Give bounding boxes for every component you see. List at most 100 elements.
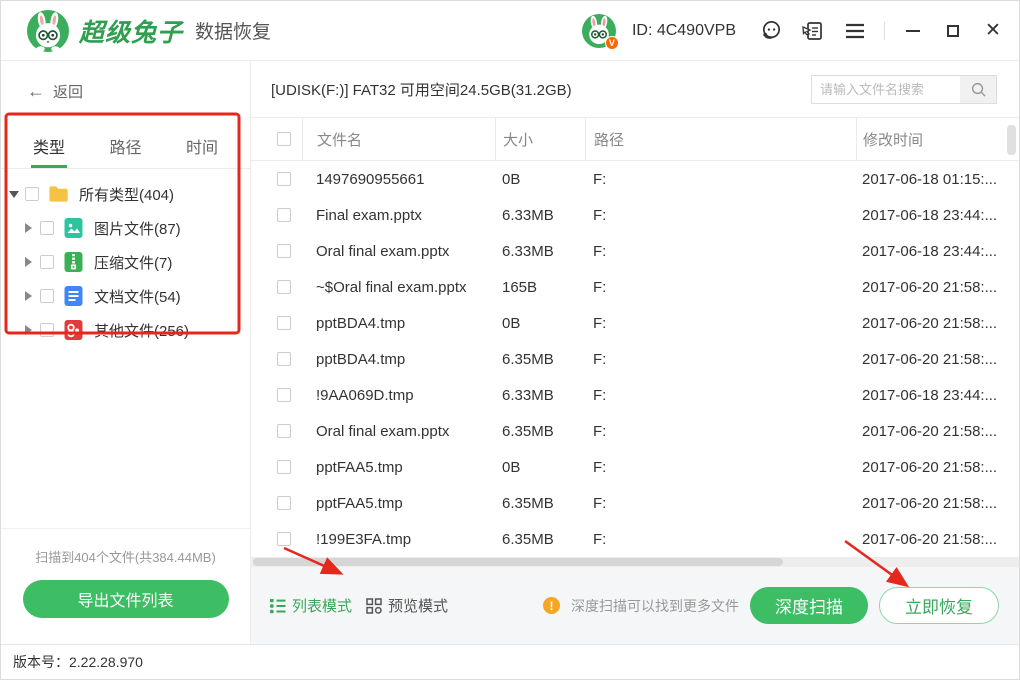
search-button[interactable] — [960, 76, 996, 103]
horizontal-scrollbar[interactable] — [251, 557, 1019, 567]
file-name-cell: Oral final exam.pptx — [302, 423, 495, 440]
tree-item-archives[interactable]: 压缩文件(7) — [1, 245, 250, 279]
tree-item-all-types[interactable]: 所有类型(404) — [1, 177, 250, 211]
checkbox[interactable] — [40, 323, 54, 337]
tree-item-images[interactable]: 图片文件(87) — [1, 211, 250, 245]
file-size-cell: 0B — [495, 459, 585, 476]
rabbit-logo-icon — [27, 10, 69, 52]
sidebar-tabs: 类型 路径 时间 — [1, 134, 250, 169]
chevron-down-icon[interactable] — [9, 191, 19, 198]
file-time-cell: 2017-06-20 21:58:... — [856, 279, 1019, 296]
table-row[interactable]: pptFAA5.tmp 6.35MB F: 2017-06-20 21:58:.… — [251, 485, 1019, 521]
row-checkbox[interactable] — [277, 352, 291, 366]
feedback-icon — [801, 19, 825, 43]
checkbox[interactable] — [40, 289, 54, 303]
table-row[interactable]: pptFAA5.tmp 0B F: 2017-06-20 21:58:... — [251, 449, 1019, 485]
customer-service-button[interactable] — [758, 18, 784, 44]
file-time-cell: 2017-06-18 01:15:... — [856, 171, 1019, 188]
row-checkbox[interactable] — [277, 496, 291, 510]
file-size-cell: 6.35MB — [495, 351, 585, 368]
table-row[interactable]: 1497690955661 0B F: 2017-06-18 01:15:... — [251, 161, 1019, 197]
bottom-toolbar: 列表模式 预览模式 ! 深度扫描可以找到更多文件 深度扫描 立即恢复 — [251, 567, 1019, 644]
file-name-cell: 1497690955661 — [302, 171, 495, 188]
row-checkbox[interactable] — [277, 280, 291, 294]
horizontal-scrollbar-thumb[interactable] — [253, 558, 783, 566]
maximize-button[interactable] — [941, 19, 965, 43]
table-row[interactable]: !199E3FA.tmp 6.35MB F: 2017-06-20 21:58:… — [251, 521, 1019, 557]
footer: 版本号：2.22.28.970 — [1, 644, 1019, 679]
image-file-icon — [63, 217, 84, 239]
file-path-cell: F: — [585, 207, 856, 224]
file-name-cell: !199E3FA.tmp — [302, 531, 495, 548]
minimize-button[interactable] — [901, 19, 925, 43]
tab-path[interactable]: 路径 — [109, 134, 141, 168]
feedback-button[interactable] — [800, 18, 826, 44]
checkbox[interactable] — [25, 187, 39, 201]
row-checkbox[interactable] — [277, 316, 291, 330]
row-checkbox[interactable] — [277, 172, 291, 186]
user-avatar[interactable]: V — [582, 14, 616, 48]
chevron-right-icon[interactable] — [25, 257, 32, 267]
export-file-list-button[interactable]: 导出文件列表 — [23, 580, 229, 618]
recover-now-button[interactable]: 立即恢复 — [879, 587, 999, 624]
tab-type[interactable]: 类型 — [33, 134, 65, 168]
file-time-cell: 2017-06-20 21:58:... — [856, 459, 1019, 476]
list-mode-button[interactable]: 列表模式 — [269, 595, 352, 616]
table-row[interactable]: pptBDA4.tmp 6.35MB F: 2017-06-20 21:58:.… — [251, 341, 1019, 377]
deep-scan-button[interactable]: 深度扫描 — [750, 587, 868, 624]
row-checkbox[interactable] — [277, 244, 291, 258]
table-row[interactable]: Oral final exam.pptx 6.35MB F: 2017-06-2… — [251, 413, 1019, 449]
row-checkbox[interactable] — [277, 532, 291, 546]
file-path-cell: F: — [585, 423, 856, 440]
vertical-scrollbar-thumb[interactable] — [1007, 125, 1016, 155]
menu-button[interactable] — [842, 18, 868, 44]
chevron-right-icon[interactable] — [25, 325, 32, 335]
tree-item-documents[interactable]: 文档文件(54) — [1, 279, 250, 313]
file-name-cell: pptBDA4.tmp — [302, 351, 495, 368]
search-input[interactable] — [812, 76, 960, 103]
checkbox[interactable] — [40, 221, 54, 235]
row-checkbox[interactable] — [277, 388, 291, 402]
file-name-cell: ~$Oral final exam.pptx — [302, 279, 495, 296]
table-row[interactable]: Oral final exam.pptx 6.33MB F: 2017-06-1… — [251, 233, 1019, 269]
file-size-cell: 0B — [495, 171, 585, 188]
titlebar-separator — [884, 22, 885, 40]
table-row[interactable]: !9AA069D.tmp 6.33MB F: 2017-06-18 23:44:… — [251, 377, 1019, 413]
table-row[interactable]: pptBDA4.tmp 0B F: 2017-06-20 21:58:... — [251, 305, 1019, 341]
scan-summary: 扫描到404个文件(共384.44MB) — [1, 547, 250, 566]
file-path-cell: F: — [585, 459, 856, 476]
minimize-icon — [906, 30, 920, 32]
warning-icon: ! — [543, 597, 560, 614]
column-header-size: 大小 — [495, 118, 585, 160]
table-row[interactable]: Final exam.pptx 6.33MB F: 2017-06-18 23:… — [251, 197, 1019, 233]
row-checkbox[interactable] — [277, 460, 291, 474]
search-icon — [970, 81, 987, 98]
table-row[interactable]: ~$Oral final exam.pptx 165B F: 2017-06-2… — [251, 269, 1019, 305]
file-size-cell: 6.33MB — [495, 243, 585, 260]
row-checkbox[interactable] — [277, 208, 291, 222]
chevron-right-icon[interactable] — [25, 291, 32, 301]
row-checkbox[interactable] — [277, 424, 291, 438]
file-path-cell: F: — [585, 315, 856, 332]
product-title: 数据恢复 — [195, 17, 271, 44]
close-icon: ✕ — [985, 21, 1001, 40]
tab-time[interactable]: 时间 — [186, 134, 218, 168]
checkbox[interactable] — [40, 255, 54, 269]
back-button[interactable]: ← 返回 — [27, 81, 97, 102]
other-file-icon — [63, 319, 84, 341]
search-box — [811, 75, 997, 104]
grid-icon — [366, 598, 382, 614]
user-id: ID: 4C490VPB — [632, 22, 736, 40]
file-time-cell: 2017-06-20 21:58:... — [856, 315, 1019, 332]
tree-item-others[interactable]: 其他文件(256) — [1, 313, 250, 347]
arrow-left-icon: ← — [27, 81, 45, 102]
chevron-right-icon[interactable] — [25, 223, 32, 233]
preview-mode-button[interactable]: 预览模式 — [366, 595, 448, 616]
preview-mode-label: 预览模式 — [388, 595, 448, 616]
file-path-cell: F: — [585, 495, 856, 512]
back-label: 返回 — [53, 81, 83, 102]
close-button[interactable]: ✕ — [981, 19, 1005, 43]
file-size-cell: 0B — [495, 315, 585, 332]
main-panel: [UDISK(F:)] FAT32 可用空间24.5GB(31.2GB) 文件名… — [251, 61, 1019, 644]
select-all-checkbox[interactable] — [277, 132, 291, 146]
